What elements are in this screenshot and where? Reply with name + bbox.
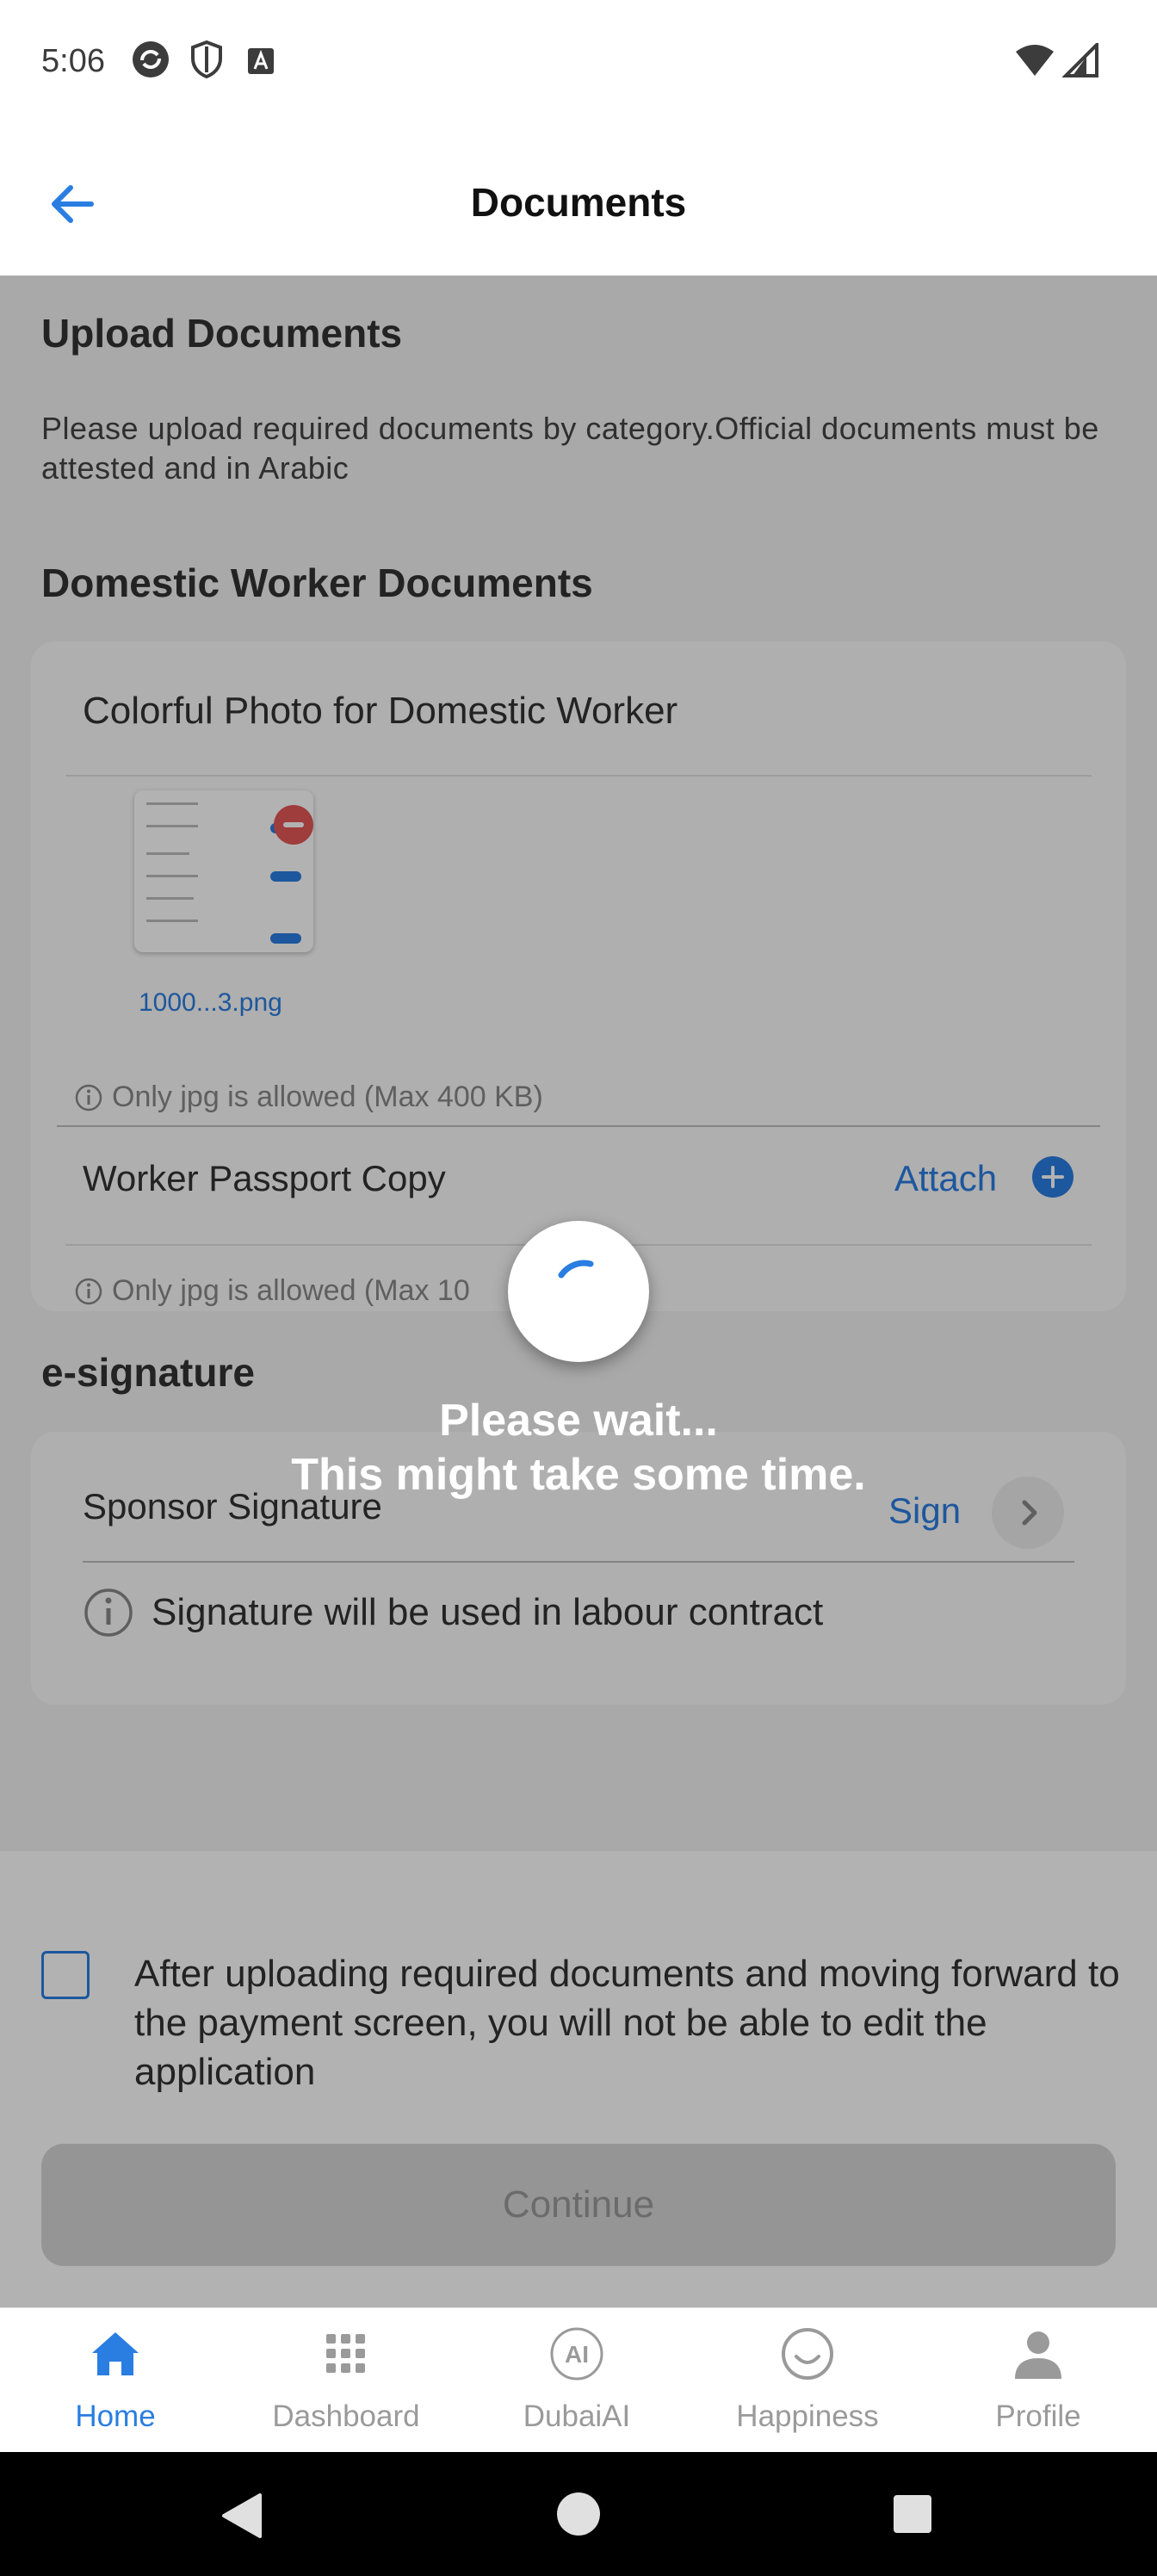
status-bar: 5:06 — [0, 0, 1157, 129]
nav-happiness-label: Happiness — [736, 2400, 879, 2433]
smiley-icon — [782, 2328, 833, 2380]
bottom-navigation: Home Dashboard AI DubaiAI Happiness Prof… — [0, 2307, 1157, 2453]
nav-profile-label: Profile — [995, 2400, 1081, 2433]
notification-icons — [131, 40, 277, 79]
font-icon — [248, 48, 274, 74]
system-status-icons — [1014, 43, 1098, 77]
nav-dashboard-label: Dashboard — [272, 2400, 420, 2433]
app-bar: Documents — [0, 129, 1157, 276]
system-navigation-bar — [0, 2452, 1157, 2576]
system-home-icon[interactable] — [556, 2492, 601, 2536]
nav-dubaiai-label: DubaiAI — [523, 2400, 631, 2433]
home-icon — [92, 2332, 139, 2375]
nav-home[interactable]: Home — [0, 2308, 231, 2453]
sync-icon — [133, 41, 169, 77]
system-recents-icon[interactable] — [892, 2493, 933, 2535]
shield-icon — [191, 40, 222, 79]
wifi-icon — [1016, 45, 1054, 76]
nav-dubaiai[interactable]: AI DubaiAI — [461, 2308, 692, 2453]
spinner-icon — [558, 1260, 594, 1279]
nav-dashboard[interactable]: Dashboard — [231, 2308, 461, 2453]
loading-submessage: This might take some time. — [291, 1450, 866, 1500]
page-title: Documents — [470, 180, 687, 225]
nav-profile[interactable]: Profile — [923, 2308, 1154, 2453]
grid-icon — [326, 2334, 365, 2373]
ai-icon: AI — [550, 2327, 603, 2381]
loading-spinner — [508, 1221, 649, 1362]
person-icon — [1015, 2331, 1061, 2379]
nav-happiness[interactable]: Happiness — [692, 2308, 923, 2453]
system-back-icon[interactable] — [219, 2492, 263, 2540]
svg-text:AI: AI — [565, 2341, 589, 2368]
loading-message: Please wait... — [439, 1396, 718, 1446]
nav-home-label: Home — [75, 2400, 156, 2433]
signal-icon — [1062, 43, 1098, 77]
status-time: 5:06 — [41, 43, 105, 79]
